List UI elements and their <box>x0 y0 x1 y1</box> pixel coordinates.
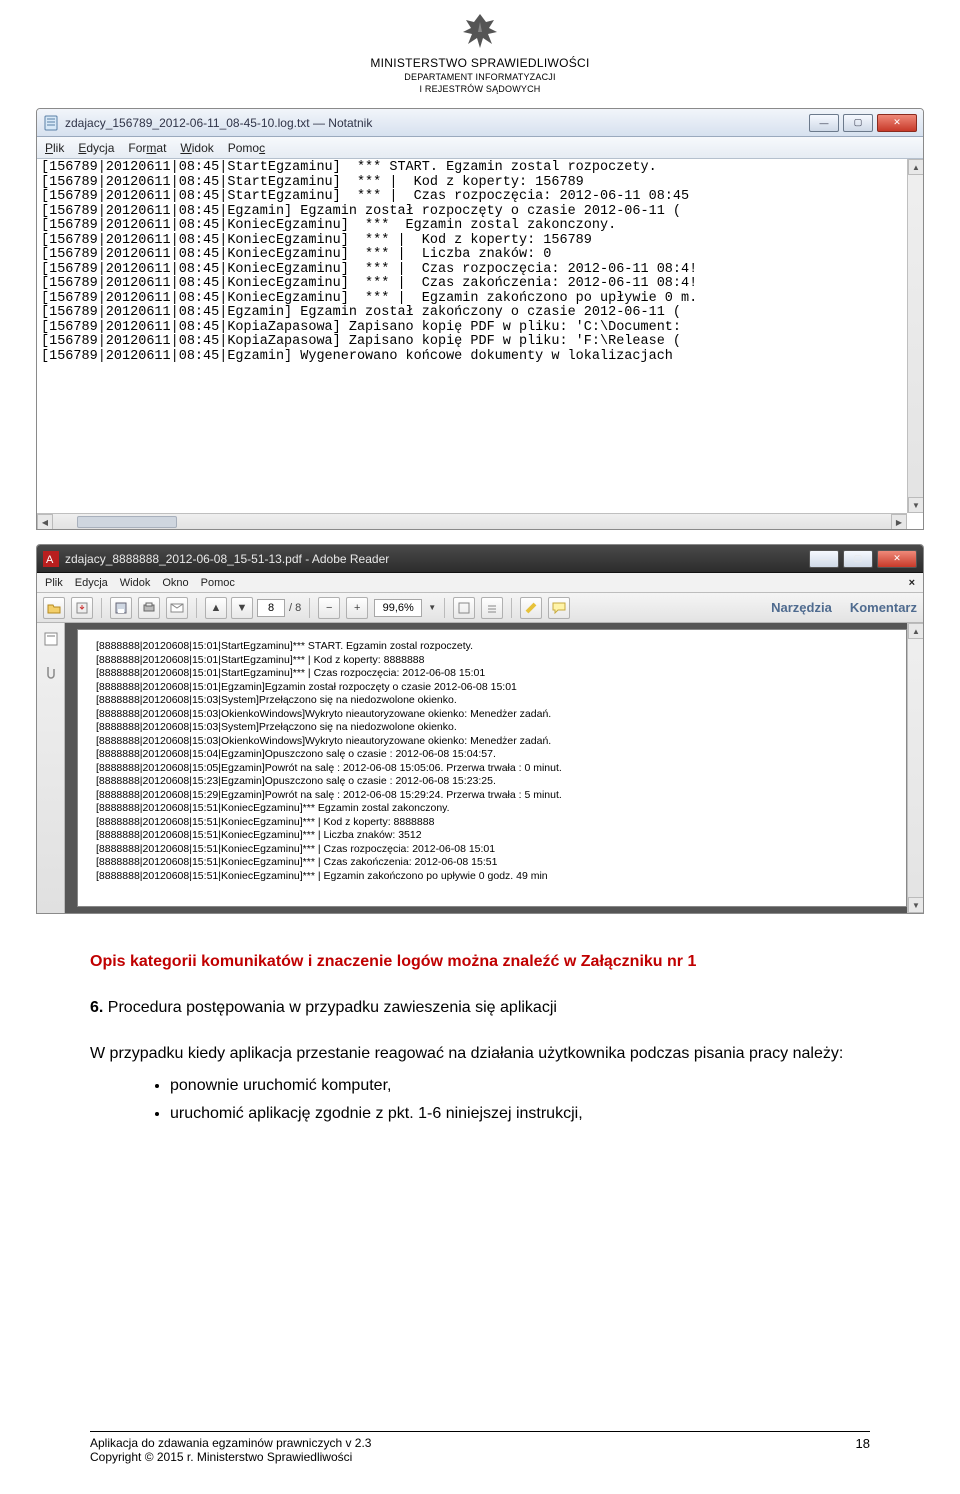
menu-view[interactable]: Widok <box>180 141 213 155</box>
attachments-icon[interactable] <box>43 664 59 685</box>
pdf-scroll-down-button[interactable]: ▼ <box>908 897 923 913</box>
pdf-titlebar[interactable]: A zdajacy_8888888_2012-06-08_15-51-13.pd… <box>37 545 923 573</box>
page-number-input[interactable] <box>257 599 285 617</box>
tool-1-icon[interactable] <box>453 597 475 619</box>
department-line-2: I REJESTRÓW SĄDOWYCH <box>0 84 960 94</box>
zoom-in-icon[interactable]: + <box>346 597 368 619</box>
zoom-dropdown-icon[interactable]: ▼ <box>428 603 436 612</box>
pdf-menu-view[interactable]: Widok <box>120 577 151 589</box>
figure-caption: Opis kategorii komunikatów i znaczenie l… <box>90 950 870 974</box>
page-up-icon[interactable]: ▲ <box>205 597 227 619</box>
scroll-thumb[interactable] <box>77 516 177 528</box>
page-footer: Aplikacja do zdawania egzaminów prawnicz… <box>90 1431 870 1464</box>
scroll-right-button[interactable]: ▶ <box>891 514 907 529</box>
thumbnails-icon[interactable] <box>43 631 59 652</box>
scroll-left-button[interactable]: ◀ <box>37 514 53 529</box>
tool-2-icon[interactable] <box>481 597 503 619</box>
pdf-menu-file[interactable]: Plik <box>45 577 63 589</box>
pdf-client: [8888888|20120608|15:01|StartEgzaminu]**… <box>37 623 923 913</box>
bullet-list: ponownie uruchomić komputer, uruchomić a… <box>130 1074 870 1126</box>
highlight-icon[interactable] <box>520 597 542 619</box>
open-file-icon[interactable] <box>43 597 65 619</box>
pdf-menu-edit[interactable]: Edycja <box>75 577 108 589</box>
page-number: 18 <box>856 1436 870 1464</box>
minimize-button[interactable]: — <box>809 114 839 132</box>
export-pdf-icon[interactable] <box>71 597 93 619</box>
national-emblem-icon <box>0 10 960 52</box>
close-button[interactable]: ✕ <box>877 114 917 132</box>
notepad-icon <box>43 115 59 131</box>
pdf-menubar: Plik Edycja Widok Okno Pomoc × <box>37 573 923 593</box>
adobe-reader-icon: A <box>43 551 59 567</box>
pdf-toolbar: ▲ ▼ / 8 − + ▼ Narzędzia Komentarz <box>37 593 923 623</box>
svg-text:A: A <box>46 554 54 566</box>
pdf-menu-help[interactable]: Pomoc <box>201 577 235 589</box>
pdf-text-content: [8888888|20120608|15:01|StartEgzaminu]**… <box>96 640 888 883</box>
scroll-down-button[interactable]: ▼ <box>908 497 923 513</box>
pdf-secondary-close-button[interactable]: × <box>909 577 915 589</box>
zoom-input[interactable] <box>374 599 422 617</box>
department-line-1: DEPARTAMENT INFORMATYZACJI <box>0 72 960 82</box>
bullet-item-1: ponownie uruchomić komputer, <box>170 1074 870 1098</box>
pdf-maximize-button[interactable]: ▢ <box>843 550 873 568</box>
pdf-scroll-up-button[interactable]: ▲ <box>908 623 923 639</box>
page-down-icon[interactable]: ▼ <box>231 597 253 619</box>
pdf-minimize-button[interactable]: — <box>809 550 839 568</box>
section-paragraph: W przypadku kiedy aplikacja przestanie r… <box>90 1042 870 1066</box>
bullet-item-2: uruchomić aplikację zgodnie z pkt. 1-6 n… <box>170 1102 870 1126</box>
tools-tab[interactable]: Narzędzia <box>771 600 832 615</box>
notepad-text-content[interactable]: [156789|20120611|08:45|StartEgzaminu] **… <box>37 159 923 366</box>
vertical-scrollbar[interactable]: ▲ ▼ <box>907 159 923 513</box>
notepad-title: zdajacy_156789_2012-06-11_08-45-10.log.t… <box>65 116 372 130</box>
menu-file[interactable]: PPliklik <box>45 141 64 155</box>
comment-tab[interactable]: Komentarz <box>850 600 917 615</box>
maximize-button[interactable]: ▢ <box>843 114 873 132</box>
comment-icon[interactable] <box>548 597 570 619</box>
menu-help[interactable]: Pomoc <box>228 141 265 155</box>
notepad-menubar: PPliklik Edycja Format Widok Pomoc <box>37 137 923 159</box>
pdf-title: zdajacy_8888888_2012-06-08_15-51-13.pdf … <box>65 552 389 566</box>
pdf-vertical-scrollbar[interactable]: ▲ ▼ <box>907 623 923 913</box>
ministry-name: MINISTERSTWO SPRAWIEDLIWOŚCI <box>0 56 960 70</box>
page-total: / 8 <box>289 602 301 614</box>
notepad-titlebar[interactable]: zdajacy_156789_2012-06-11_08-45-10.log.t… <box>37 109 923 137</box>
zoom-out-icon[interactable]: − <box>318 597 340 619</box>
notepad-client[interactable]: [156789|20120611|08:45|StartEgzaminu] **… <box>37 159 923 529</box>
pdf-close-button[interactable]: ✕ <box>877 550 917 568</box>
horizontal-scrollbar[interactable]: ◀ ▶ <box>37 513 907 529</box>
footer-line-1: Aplikacja do zdawania egzaminów prawnicz… <box>90 1436 371 1450</box>
section-number: 6. <box>90 999 103 1016</box>
email-icon[interactable] <box>166 597 188 619</box>
menu-edit[interactable]: Edycja <box>78 141 114 155</box>
menu-format[interactable]: Format <box>128 141 166 155</box>
pdf-menu-window[interactable]: Okno <box>162 577 188 589</box>
print-icon[interactable] <box>138 597 160 619</box>
page-header: MINISTERSTWO SPRAWIEDLIWOŚCI DEPARTAMENT… <box>0 0 960 94</box>
footer-line-2: Copyright © 2015 r. Ministerstwo Sprawie… <box>90 1450 371 1464</box>
document-body: Opis kategorii komunikatów i znaczenie l… <box>90 950 870 1126</box>
save-icon[interactable] <box>110 597 132 619</box>
pdf-side-rail <box>37 623 65 913</box>
pdf-page-view[interactable]: [8888888|20120608|15:01|StartEgzaminu]**… <box>77 629 907 907</box>
section-title: Procedura postępowania w przypadku zawie… <box>108 999 557 1016</box>
scroll-up-button[interactable]: ▲ <box>908 159 923 175</box>
adobe-reader-window: A zdajacy_8888888_2012-06-08_15-51-13.pd… <box>36 544 924 914</box>
notepad-window: zdajacy_156789_2012-06-11_08-45-10.log.t… <box>36 108 924 530</box>
